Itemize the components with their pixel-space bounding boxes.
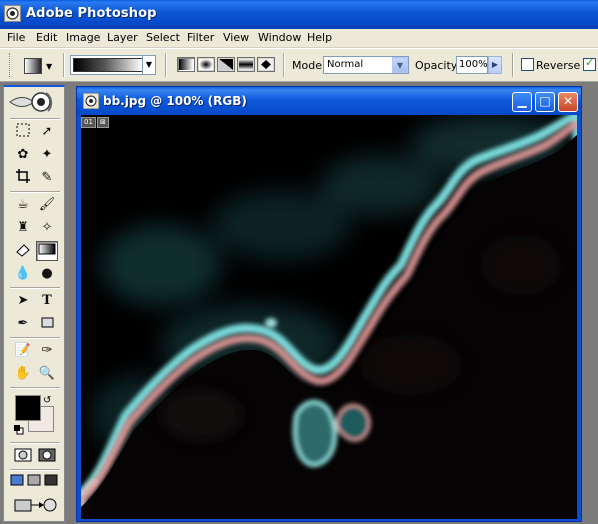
diamond-gradient-icon[interactable] [257, 57, 275, 72]
layer-badge: 01 [81, 117, 96, 128]
reverse-label: Reverse [536, 59, 581, 72]
tool-preset-picker[interactable]: ▼ [22, 55, 58, 75]
menu-image[interactable]: Image [66, 30, 100, 46]
radial-gradient-icon[interactable] [197, 57, 215, 72]
opacity-label: Opacity: [415, 59, 461, 72]
dither-checkbox[interactable] [583, 56, 596, 71]
default-colors-icon[interactable] [13, 424, 24, 435]
move-tool-icon[interactable]: ➚ [36, 122, 58, 142]
healing-brush-icon[interactable]: ☕ [12, 195, 34, 215]
options-bar: ▼ ▼ Mode: Normal ▼ Opacity: 100% ▶ Rever… [0, 48, 598, 82]
separator [512, 53, 514, 77]
lasso-tool-icon[interactable]: ✿ [12, 145, 34, 165]
minimize-button[interactable]: ▁ [512, 92, 532, 112]
photoshop-eye-icon[interactable] [4, 5, 21, 22]
app-title: Adobe Photoshop [26, 6, 157, 21]
magic-wand-icon[interactable]: ✦ [36, 145, 58, 165]
standard-mode-icon[interactable] [12, 447, 34, 467]
gradient-preview [73, 58, 143, 72]
divider [10, 469, 60, 471]
eraser-tool-icon[interactable] [12, 241, 34, 261]
mask-badge-icon: ⊠ [97, 117, 109, 128]
jump-to-imageready-icon[interactable] [12, 496, 58, 516]
hand-tool-icon[interactable]: ✋ [12, 364, 34, 384]
opacity-slider-button[interactable]: ▶ [488, 56, 502, 74]
document-title: bb.jpg @ 100% (RGB) [103, 94, 247, 108]
quick-mask-icon[interactable] [36, 447, 58, 467]
separator [165, 53, 167, 77]
type-tool-icon[interactable]: T [36, 291, 58, 311]
menu-window[interactable]: Window [258, 30, 301, 46]
foreground-color-swatch[interactable] [15, 395, 41, 421]
photoshop-eye-icon[interactable] [8, 91, 58, 113]
menu-bar: File Edit Image Layer Select Filter View… [0, 29, 598, 48]
divider [10, 337, 60, 339]
notes-tool-icon[interactable]: 📝 [12, 341, 34, 361]
history-brush-icon[interactable]: ✧ [36, 218, 58, 238]
options-grip[interactable] [9, 53, 13, 77]
divider [10, 287, 60, 289]
opacity-value: 100% [459, 59, 488, 70]
marquee-tool-icon[interactable] [12, 122, 34, 142]
menu-select[interactable]: Select [146, 30, 180, 46]
shape-tool-icon[interactable] [36, 314, 58, 334]
divider [10, 442, 60, 444]
toolbox: ➚ ✿ ✦ ✎ ☕ 🖌 ♜ ✧ 💧 ● ➤ T ✒ 📝 ✑ ✋ 🔍 ↺ [3, 85, 65, 522]
document-canvas[interactable]: 01 ⊠ [81, 115, 577, 519]
separator [283, 53, 285, 77]
chevron-down-icon[interactable]: ▼ [392, 57, 408, 73]
linear-gradient-icon[interactable] [177, 57, 195, 72]
menu-file[interactable]: File [7, 30, 25, 46]
maximize-button[interactable]: □ [535, 92, 555, 112]
menu-help[interactable]: Help [307, 30, 332, 46]
gradient-picker[interactable]: ▼ [70, 55, 156, 75]
slice-tool-icon[interactable]: ✎ [36, 168, 58, 188]
clone-stamp-icon[interactable]: ♜ [12, 218, 34, 238]
menu-view[interactable]: View [223, 30, 249, 46]
app-titlebar: Adobe Photoshop [0, 0, 598, 29]
opacity-input[interactable]: 100% [456, 56, 488, 74]
close-button[interactable]: ✕ [558, 92, 578, 112]
document-window: bb.jpg @ 100% (RGB) ▁ □ ✕ 01 ⊠ [76, 86, 582, 522]
menu-layer[interactable]: Layer [107, 30, 138, 46]
separator [63, 53, 65, 77]
gradient-tool-icon [24, 58, 42, 74]
mode-value: Normal [327, 59, 364, 70]
divider [10, 118, 60, 120]
divider [10, 387, 60, 389]
pen-tool-icon[interactable]: ✒ [12, 314, 34, 334]
menu-filter[interactable]: Filter [187, 30, 214, 46]
document-titlebar[interactable]: bb.jpg @ 100% (RGB) ▁ □ ✕ [77, 87, 581, 115]
cloud-image [81, 115, 577, 519]
chevron-down-icon: ▼ [46, 62, 53, 71]
mode-select[interactable]: Normal ▼ [323, 56, 409, 74]
eyedropper-icon[interactable]: ✑ [36, 341, 58, 361]
screen-mode-full-menu-icon[interactable] [26, 473, 42, 493]
reflected-gradient-icon[interactable] [237, 57, 255, 72]
dodge-tool-icon[interactable]: ● [36, 264, 58, 284]
angle-gradient-icon[interactable] [217, 57, 235, 72]
brush-tool-icon[interactable]: 🖌 [36, 195, 58, 215]
screen-mode-full-icon[interactable] [43, 473, 59, 493]
blur-tool-icon[interactable]: 💧 [12, 264, 34, 284]
gradient-tool-icon[interactable] [36, 241, 58, 261]
reverse-checkbox[interactable] [521, 58, 534, 71]
zoom-tool-icon[interactable]: 🔍 [36, 364, 58, 384]
menu-edit[interactable]: Edit [36, 30, 57, 46]
mode-label: Mode: [292, 59, 326, 72]
photoshop-eye-icon[interactable] [82, 92, 100, 110]
swap-colors-icon[interactable]: ↺ [43, 395, 51, 406]
chevron-down-icon[interactable]: ▼ [142, 56, 155, 74]
path-selection-icon[interactable]: ➤ [12, 291, 34, 311]
crop-tool-icon[interactable] [12, 168, 34, 188]
screen-mode-standard-icon[interactable] [9, 473, 25, 493]
divider [10, 191, 60, 193]
